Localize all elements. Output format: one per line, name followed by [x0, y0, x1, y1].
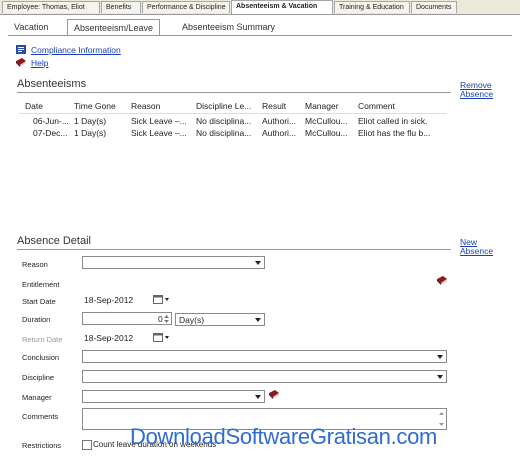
subtab-absenteeism-summary[interactable]: Absenteeism Summary	[176, 19, 276, 35]
manager-dropdown[interactable]	[82, 390, 265, 403]
cell-time-gone: 1 Day(s)	[74, 128, 107, 138]
watermark-text: DownloadSoftwareGratisan.com	[130, 424, 437, 450]
watermark-part1: DownloadSoftware	[130, 424, 310, 449]
duration-stepper[interactable]: 0	[82, 312, 172, 325]
duration-label: Duration	[22, 315, 51, 324]
tab-documents[interactable]: Documents	[411, 1, 457, 13]
chevron-down-icon	[437, 355, 443, 359]
compliance-icon	[16, 45, 26, 54]
return-date-value[interactable]: 18-Sep-2012	[84, 333, 133, 343]
subtab-absenteeism-leave[interactable]: Absenteeism/Leave	[67, 19, 160, 35]
col-comment[interactable]: Comment	[358, 101, 395, 111]
subtab-divider	[8, 35, 512, 36]
duration-unit-value: Day(s)	[179, 315, 205, 325]
col-reason[interactable]: Reason	[131, 101, 160, 111]
reason-label: Reason	[22, 260, 48, 269]
cell-date: 07-Dec...	[33, 128, 68, 138]
remove-absence-link[interactable]: Remove Absence	[460, 81, 500, 99]
chevron-down-icon	[255, 261, 261, 265]
spinner-icon[interactable]	[163, 314, 170, 324]
compliance-information-link[interactable]: Compliance Information	[31, 45, 121, 55]
absence-detail-title: Absence Detail	[17, 235, 91, 247]
new-absence-link[interactable]: New Absence	[460, 238, 500, 256]
discipline-label: Discipline	[22, 373, 55, 382]
table-row[interactable]: 07-Dec... 1 Day(s) Sick Leave –... No di…	[19, 128, 447, 140]
col-discipline-level[interactable]: Discipline Le...	[196, 101, 251, 111]
cell-date: 06-Jun-...	[33, 116, 69, 126]
entitlement-label: Entitlement	[22, 280, 60, 289]
conclusion-label: Conclusion	[22, 353, 60, 362]
cell-result: Authori...	[262, 116, 297, 126]
table-header: Date Time Gone Reason Discipline Le... R…	[19, 98, 447, 114]
top-tab-strip: Employee: Thomas, Eliot Benefits Perform…	[0, 0, 520, 15]
cell-comment: Eliot called in sick.	[358, 116, 428, 126]
tab-absenteeism-vacation[interactable]: Absenteeism & Vacation	[231, 0, 333, 14]
comments-label: Comments	[22, 412, 59, 421]
chevron-down-icon	[255, 318, 261, 322]
col-manager[interactable]: Manager	[305, 101, 339, 111]
table-row[interactable]: 06-Jun-... 1 Day(s) Sick Leave –... No d…	[19, 116, 447, 128]
help-link[interactable]: Help	[31, 58, 48, 68]
watermark-part2: Gratisan	[309, 424, 391, 449]
cell-manager: McCullou...	[305, 128, 348, 138]
conclusion-dropdown[interactable]	[82, 350, 447, 363]
reason-dropdown[interactable]	[82, 256, 265, 269]
cell-time-gone: 1 Day(s)	[74, 116, 107, 126]
cell-reason: Sick Leave –...	[131, 116, 187, 126]
absenteeisms-title: Absenteeisms	[17, 78, 87, 90]
count-weekends-checkbox[interactable]	[82, 440, 92, 450]
restrictions-label: Restrictions	[22, 441, 62, 450]
absenteeisms-divider	[17, 92, 451, 93]
col-time-gone[interactable]: Time Gone	[74, 101, 116, 111]
tab-performance-discipline[interactable]: Performance & Discipline	[142, 1, 230, 13]
cell-discipline: No disciplina...	[196, 128, 252, 138]
cell-discipline: No disciplina...	[196, 116, 252, 126]
cell-result: Authori...	[262, 128, 297, 138]
chevron-down-icon	[437, 375, 443, 379]
tab-training-education[interactable]: Training & Education	[334, 1, 410, 13]
tab-employee[interactable]: Employee: Thomas, Eliot	[2, 1, 100, 13]
return-date-label: Return Date	[22, 335, 63, 344]
scrollbar-icon[interactable]	[438, 410, 445, 428]
subtab-vacation[interactable]: Vacation	[8, 19, 62, 35]
start-date-label: Start Date	[22, 297, 56, 306]
absence-detail-divider	[17, 249, 451, 250]
start-date-value[interactable]: 18-Sep-2012	[84, 295, 133, 305]
cell-comment: Eliot has the flu b...	[358, 128, 431, 138]
calendar-icon[interactable]	[153, 294, 170, 305]
calendar-icon[interactable]	[153, 332, 170, 343]
col-date[interactable]: Date	[25, 101, 43, 111]
chevron-down-icon	[255, 395, 261, 399]
discipline-dropdown[interactable]	[82, 370, 447, 383]
help-book-icon	[16, 58, 26, 67]
col-result[interactable]: Result	[262, 101, 286, 111]
book-icon[interactable]	[437, 276, 447, 285]
watermark-part3: .com	[390, 424, 438, 449]
tab-benefits[interactable]: Benefits	[101, 1, 141, 13]
duration-unit-dropdown[interactable]: Day(s)	[175, 313, 265, 326]
cell-manager: McCullou...	[305, 116, 348, 126]
cell-reason: Sick Leave –...	[131, 128, 187, 138]
book-icon[interactable]	[269, 390, 279, 399]
manager-label: Manager	[22, 393, 52, 402]
